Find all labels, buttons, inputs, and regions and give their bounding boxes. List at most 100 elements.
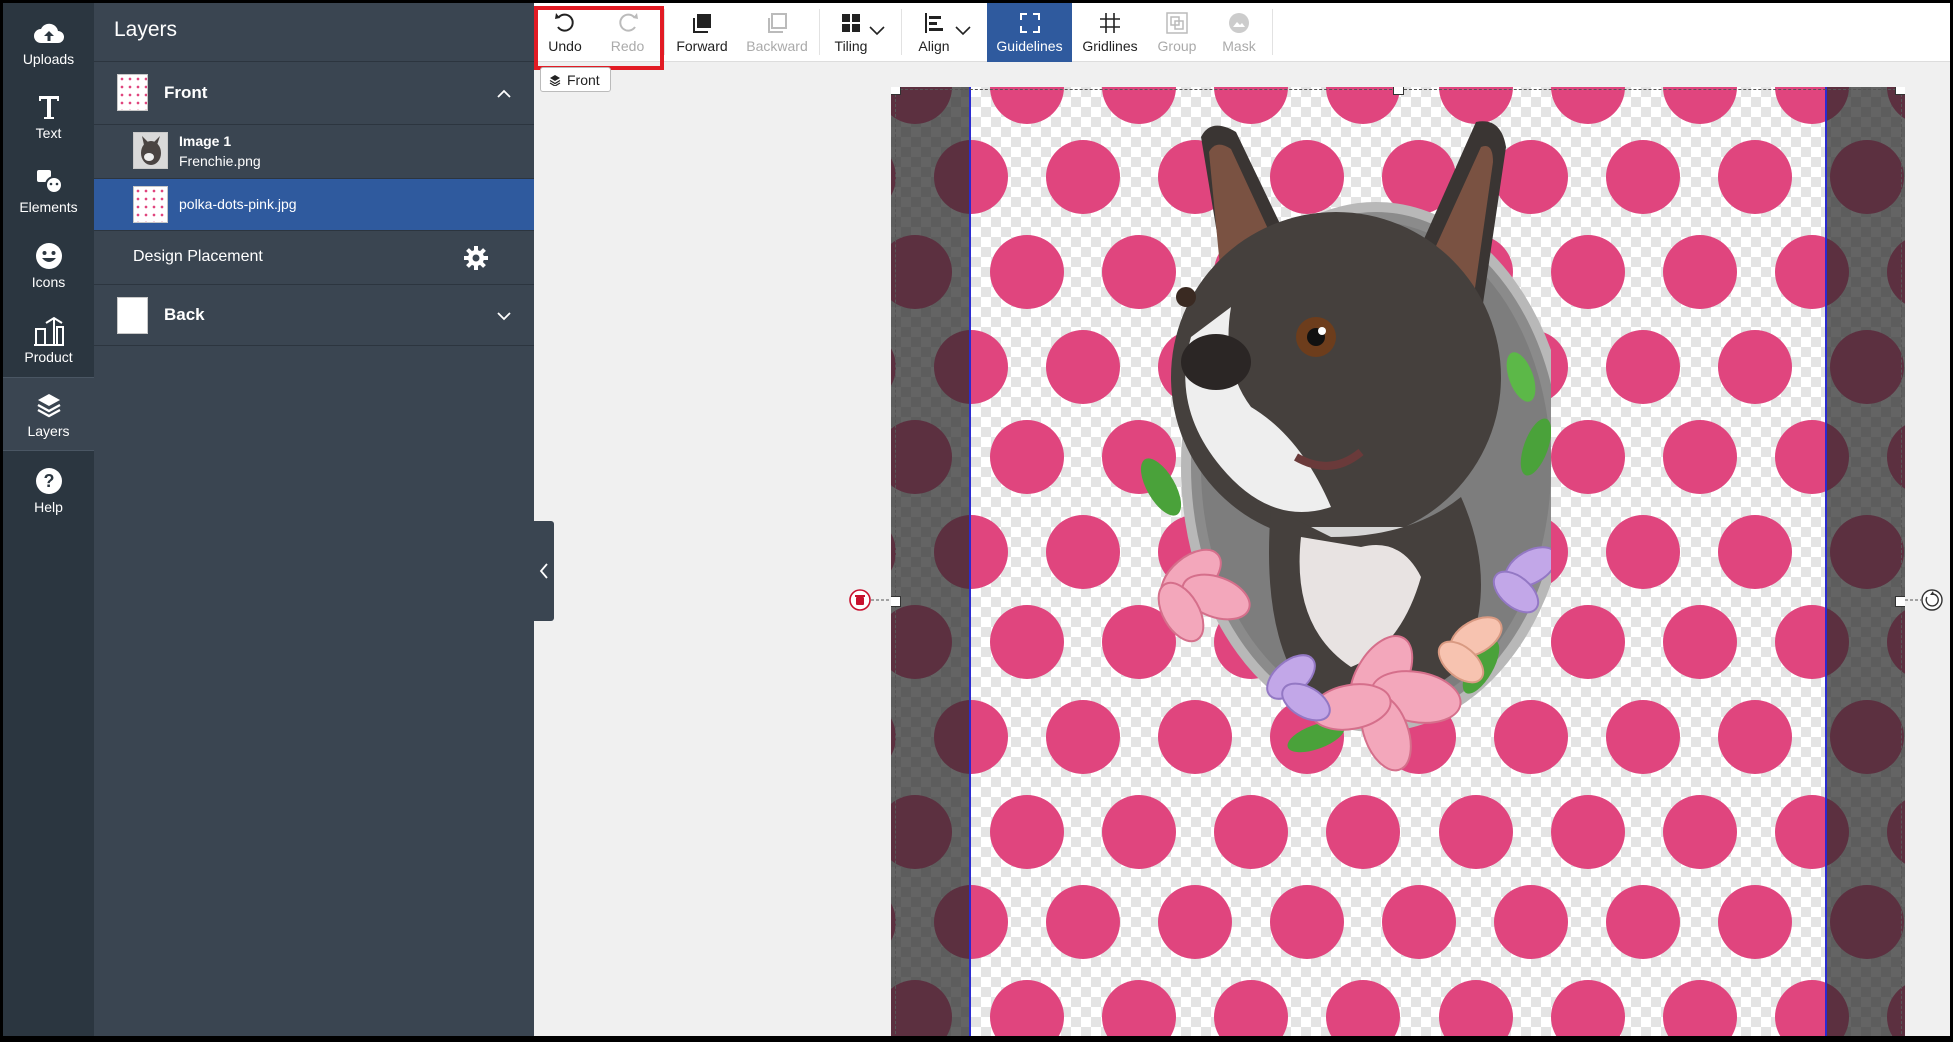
chevron-down-icon[interactable] <box>494 306 514 326</box>
panel-title: Layers <box>114 18 178 41</box>
chevron-up-icon[interactable] <box>494 84 514 104</box>
polka-dot <box>1551 795 1625 869</box>
polka-dot <box>1718 885 1792 959</box>
polka-dot <box>1663 795 1737 869</box>
resize-handle-middle-right[interactable] <box>1895 596 1905 607</box>
polka-dot <box>990 795 1064 869</box>
mask-button[interactable]: Mask <box>1208 3 1270 62</box>
guidelines-icon <box>1017 11 1043 35</box>
right-guideline <box>1825 87 1827 1036</box>
front-section-header[interactable]: Front <box>94 62 534 124</box>
back-label: Back <box>164 305 205 324</box>
align-dropdown-chevron-icon[interactable] <box>952 19 974 41</box>
resize-handle-top-left[interactable] <box>891 87 901 95</box>
tiling-dropdown-chevron-icon[interactable] <box>866 19 888 41</box>
resize-handle-middle-left[interactable] <box>891 596 901 607</box>
layers-icon <box>549 74 561 86</box>
resize-handle-top-right[interactable] <box>1895 87 1905 95</box>
polka-dot <box>1102 980 1176 1036</box>
rail-uploads[interactable]: Uploads <box>3 5 94 79</box>
polka-dot <box>990 605 1064 679</box>
polka-dot <box>1551 420 1625 494</box>
polka-dot <box>1046 140 1120 214</box>
layer-filename: Frenchie.png <box>179 153 261 169</box>
svg-text:?: ? <box>43 471 54 491</box>
frenchie-thumbnail <box>133 132 168 169</box>
polka-dot <box>1158 885 1232 959</box>
design-canvas[interactable] <box>891 87 1905 1036</box>
polka-dot <box>1551 605 1625 679</box>
design-placement-row[interactable]: Design Placement <box>94 231 534 284</box>
design-placement-label: Design Placement <box>133 248 263 265</box>
toolbar-separator <box>1272 9 1273 55</box>
layer-title: Image 1 <box>179 133 232 149</box>
back-section-header[interactable]: Back <box>94 285 534 345</box>
back-thumbnail <box>117 297 148 334</box>
help-icon: ? <box>32 465 66 497</box>
undo-button[interactable]: Undo <box>534 3 596 62</box>
delete-element-icon[interactable] <box>848 588 890 612</box>
selection-border-left <box>895 89 896 1036</box>
mask-icon <box>1226 11 1252 35</box>
polka-dot <box>1606 885 1680 959</box>
polka-dot <box>1663 980 1737 1036</box>
frenchie-image[interactable] <box>1131 107 1551 787</box>
collapse-panel-tab[interactable] <box>534 521 554 621</box>
polka-dot <box>1663 235 1737 309</box>
rail-layers[interactable]: Layers <box>3 377 94 451</box>
designer-app: Uploads Text Elements Icons Product Laye… <box>3 3 1950 1036</box>
polka-dot <box>1102 795 1176 869</box>
layers-panel: Layers Front Image 1 Frenchie.png polka-… <box>94 3 534 1036</box>
layer-row-polka-dots[interactable]: polka-dots-pink.jpg <box>94 179 534 230</box>
polka-dot <box>1606 700 1680 774</box>
gridlines-icon <box>1097 11 1123 35</box>
rail-help[interactable]: ? Help <box>3 453 94 527</box>
forward-button[interactable]: Forward <box>666 3 738 62</box>
toolbar-separator <box>901 9 902 55</box>
gear-icon[interactable] <box>463 245 489 271</box>
polka-dot <box>1326 980 1400 1036</box>
polka-dot <box>990 420 1064 494</box>
polka-dot <box>1046 700 1120 774</box>
elements-icon <box>32 165 66 197</box>
polka-dot <box>1718 140 1792 214</box>
layer-row-image1[interactable]: Image 1 Frenchie.png <box>94 125 534 178</box>
backward-button[interactable]: Backward <box>738 3 816 62</box>
polka-dot <box>1551 235 1625 309</box>
polka-dot <box>1663 420 1737 494</box>
send-backward-icon <box>764 11 790 35</box>
polka-dot <box>1718 515 1792 589</box>
polka-dot <box>990 87 1064 124</box>
undo-icon <box>552 11 578 35</box>
right-bleed-shade <box>1827 87 1905 1036</box>
redo-button[interactable]: Redo <box>596 3 659 62</box>
polka-dot <box>1326 795 1400 869</box>
rail-elements[interactable]: Elements <box>3 153 94 227</box>
gridlines-button[interactable]: Gridlines <box>1074 3 1146 62</box>
chevron-left-icon <box>539 563 548 579</box>
top-toolbar: Undo Redo Forward Backward Tiling Align … <box>534 3 1950 62</box>
group-icon <box>1164 11 1190 35</box>
left-guideline <box>969 87 971 1036</box>
side-tag-front[interactable]: Front <box>540 67 611 92</box>
rail-product[interactable]: Product <box>3 303 94 377</box>
polka-dot <box>1606 515 1680 589</box>
left-tool-rail: Uploads Text Elements Icons Product Laye… <box>3 3 94 1036</box>
resize-handle-top-center[interactable] <box>1393 87 1404 95</box>
rail-text[interactable]: Text <box>3 79 94 153</box>
guidelines-button[interactable]: Guidelines <box>987 3 1072 62</box>
polka-dot <box>1551 87 1625 124</box>
rail-icons[interactable]: Icons <box>3 228 94 302</box>
product-icon <box>32 315 66 347</box>
polka-dot <box>1439 980 1513 1036</box>
smiley-icon <box>32 240 66 272</box>
polka-dot <box>1046 885 1120 959</box>
rotate-handle-icon[interactable] <box>1905 588 1945 614</box>
polka-dots-thumbnail <box>133 186 168 223</box>
group-button[interactable]: Group <box>1146 3 1208 62</box>
toolbar-separator <box>819 9 820 55</box>
polka-dot <box>1663 605 1737 679</box>
bring-forward-icon <box>689 11 715 35</box>
text-icon <box>32 91 66 123</box>
cloud-upload-icon <box>32 17 66 49</box>
